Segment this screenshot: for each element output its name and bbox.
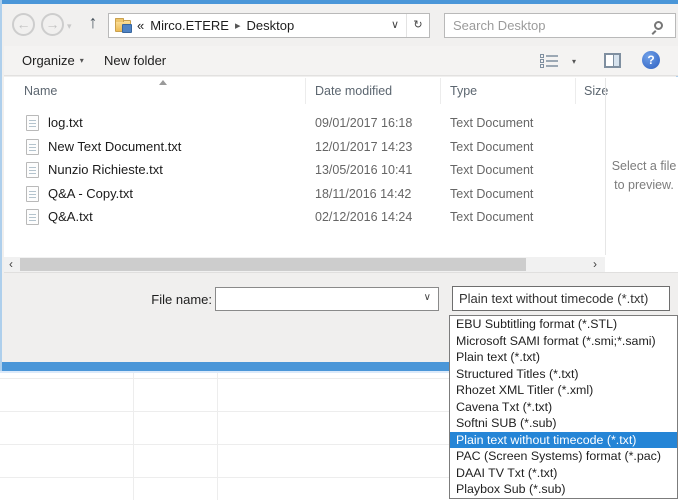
- file-type-option[interactable]: Microsoft SAMI format (*.smi;*.sami): [450, 333, 677, 350]
- file-type-cell: Text Document: [450, 163, 533, 177]
- navigation-bar: ← → ▾ ↑ « Mirco.ETERE ▸ Desktop ∨ ↻: [4, 4, 678, 46]
- search-icon[interactable]: [654, 21, 663, 30]
- file-date-modified: 18/11/2016 14:42: [315, 187, 411, 201]
- column-header-date[interactable]: Date modified: [315, 84, 392, 98]
- up-icon: ↑: [89, 12, 98, 32]
- file-type-cell: Text Document: [450, 187, 533, 201]
- text-document-icon: [26, 209, 39, 225]
- scroll-right-icon[interactable]: ›: [593, 257, 597, 272]
- file-row[interactable]: New Text Document.txt 12/01/2017 14:23 T…: [4, 136, 605, 160]
- file-name: Q&A.txt: [48, 209, 93, 224]
- text-document-icon: [26, 162, 39, 178]
- file-row[interactable]: Q&A - Copy.txt 18/11/2016 14:42 Text Doc…: [4, 183, 605, 207]
- breadcrumb-item-leaf[interactable]: Desktop: [247, 18, 295, 33]
- file-type-cell: Text Document: [450, 210, 533, 224]
- sort-ascending-icon: [159, 80, 167, 85]
- back-icon: ←: [17, 16, 31, 32]
- file-type-option[interactable]: DAAI TV Txt (*.txt): [450, 465, 677, 482]
- file-name-chevron-icon[interactable]: ∨: [424, 292, 431, 303]
- file-row[interactable]: log.txt 09/01/2017 16:18 Text Document: [4, 112, 605, 136]
- column-header-name[interactable]: Name: [24, 84, 57, 98]
- file-list: log.txt 09/01/2017 16:18 Text Document N…: [4, 112, 605, 230]
- file-row[interactable]: Nunzio Richieste.txt 13/05/2016 10:41 Te…: [4, 159, 605, 183]
- file-name-label: File name:: [104, 292, 212, 307]
- file-list-area: Name Date modified Type Size log.txt 09/…: [4, 77, 678, 272]
- file-row[interactable]: Q&A.txt 02/12/2016 14:24 Text Document: [4, 206, 605, 230]
- views-caret-icon: ▾: [572, 57, 576, 66]
- forward-button[interactable]: →: [41, 13, 64, 36]
- file-type-option[interactable]: Plain text (*.txt): [450, 349, 677, 366]
- preview-message: Select a file to preview.: [608, 157, 678, 196]
- recent-locations-dropdown[interactable]: ▾: [67, 21, 72, 32]
- file-type-option[interactable]: PAC (Screen Systems) format (*.pac): [450, 448, 677, 465]
- forward-icon: →: [46, 16, 60, 32]
- address-bar[interactable]: « Mirco.ETERE ▸ Desktop ∨ ↻: [108, 13, 430, 38]
- column-divider: [575, 78, 576, 104]
- breadcrumb-item-root[interactable]: Mirco.ETERE: [150, 18, 229, 33]
- up-button[interactable]: ↑: [82, 12, 104, 33]
- preview-pane-divider: [605, 78, 606, 255]
- file-name: Q&A - Copy.txt: [48, 186, 133, 201]
- preview-pane-icon[interactable]: [604, 53, 621, 68]
- organize-caret-icon: ▾: [80, 56, 84, 65]
- file-type-dropdown-list: EBU Subtitling format (*.STL) Microsoft …: [449, 315, 678, 499]
- file-type-option[interactable]: Rhozet XML Titler (*.xml): [450, 382, 677, 399]
- file-type-cell: Text Document: [450, 140, 533, 154]
- file-date-modified: 13/05/2016 10:41: [315, 163, 412, 177]
- file-type-option[interactable]: Playbox Sub (*.sub): [450, 481, 677, 498]
- breadcrumb: « Mirco.ETERE ▸ Desktop: [109, 18, 384, 33]
- search-input[interactable]: [445, 18, 654, 33]
- column-divider: [305, 78, 306, 104]
- file-type-option[interactable]: Structured Titles (*.txt): [450, 366, 677, 383]
- text-document-icon: [26, 115, 39, 131]
- text-document-icon: [26, 186, 39, 202]
- file-type-option[interactable]: EBU Subtitling format (*.STL): [450, 316, 677, 333]
- file-type-option[interactable]: Cavena Txt (*.txt): [450, 399, 677, 416]
- address-dropdown-button[interactable]: ∨: [384, 14, 406, 37]
- text-document-icon: [26, 139, 39, 155]
- organize-button[interactable]: Organize ▾: [22, 53, 84, 68]
- organize-label: Organize: [22, 53, 75, 68]
- column-divider: [440, 78, 441, 104]
- file-type-cell: Text Document: [450, 116, 533, 130]
- file-name: Nunzio Richieste.txt: [48, 162, 163, 177]
- breadcrumb-separator-icon: ▸: [235, 19, 241, 32]
- list-view-icon: [540, 54, 559, 68]
- file-date-modified: 02/12/2016 14:24: [315, 210, 412, 224]
- new-folder-button[interactable]: New folder: [104, 53, 166, 68]
- scrollbar-thumb[interactable]: [20, 258, 526, 271]
- back-button[interactable]: ←: [12, 13, 35, 36]
- file-type-option[interactable]: Softni SUB (*.sub): [450, 415, 677, 432]
- file-date-modified: 12/01/2017 14:23: [315, 140, 412, 154]
- views-button[interactable]: ▾: [540, 54, 576, 68]
- refresh-button[interactable]: ↻: [407, 14, 429, 37]
- window-border-top: [2, 0, 678, 4]
- search-box: [444, 13, 676, 38]
- scroll-left-icon[interactable]: ‹: [9, 257, 13, 272]
- file-name-combobox: ∨: [215, 287, 439, 311]
- file-type-combobox[interactable]: Plain text without timecode (*.txt): [452, 286, 670, 311]
- file-name: log.txt: [48, 115, 83, 130]
- column-header-type[interactable]: Type: [450, 84, 477, 98]
- file-type-option[interactable]: Plain text without timecode (*.txt): [450, 432, 677, 449]
- file-date-modified: 09/01/2017 16:18: [315, 116, 412, 130]
- folder-icon: [115, 20, 131, 32]
- file-name: New Text Document.txt: [48, 139, 181, 154]
- breadcrumb-collapse[interactable]: «: [137, 18, 144, 33]
- horizontal-scrollbar[interactable]: ‹ ›: [4, 257, 605, 272]
- file-name-input[interactable]: [218, 289, 416, 309]
- command-toolbar: Organize ▾ New folder ▾ ?: [4, 46, 678, 76]
- help-icon[interactable]: ?: [642, 51, 660, 69]
